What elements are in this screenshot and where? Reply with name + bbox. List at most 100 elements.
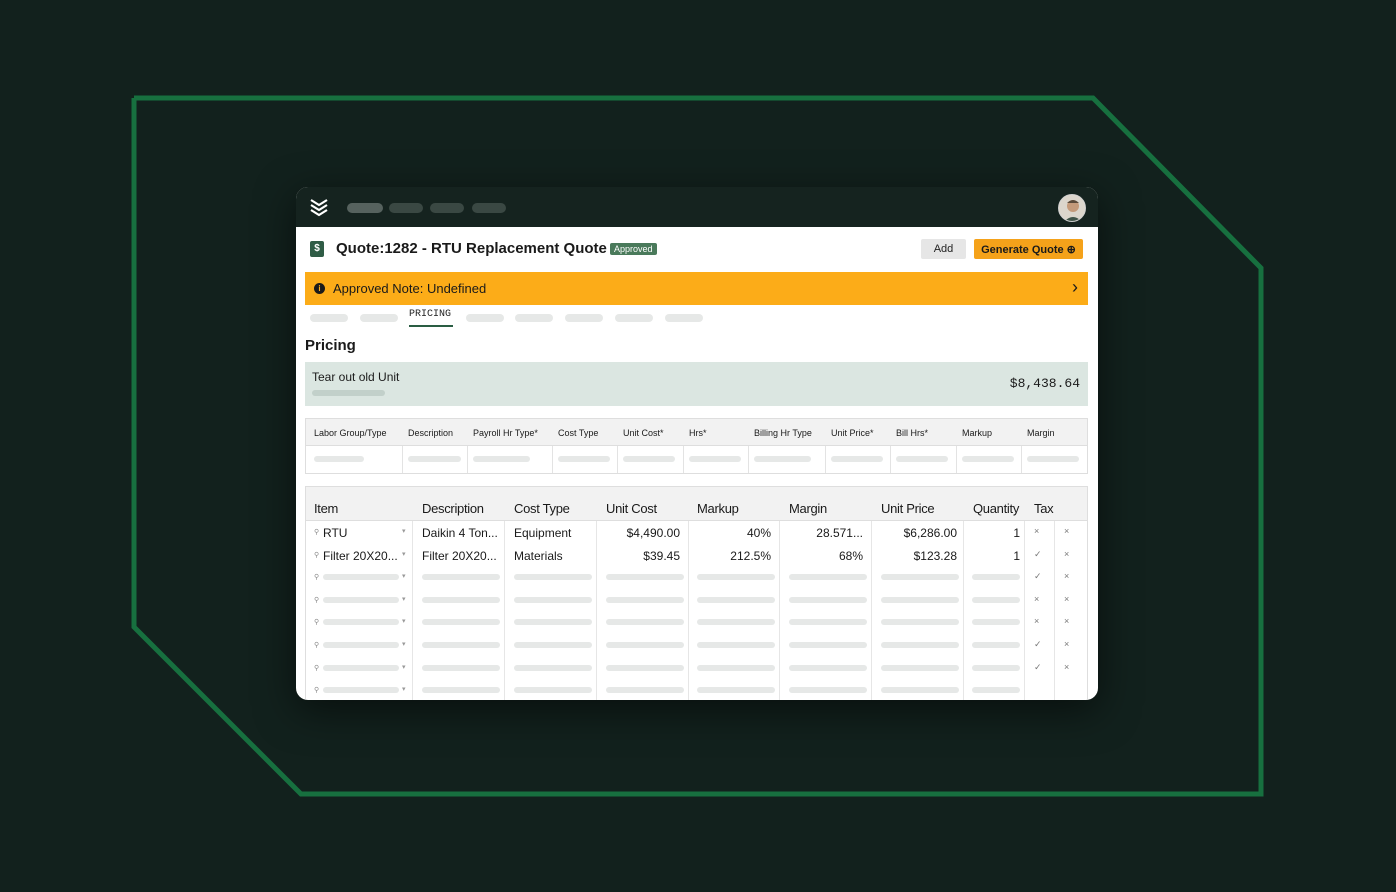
quantity-placeholder[interactable]	[972, 619, 1020, 626]
unit-price-cell[interactable]: $6,286.00	[881, 526, 957, 540]
unit-cost-placeholder[interactable]	[606, 642, 684, 648]
unit-cost-cell[interactable]: $4,490.00	[606, 526, 680, 540]
description-placeholder[interactable]	[422, 596, 500, 603]
cell-placeholder[interactable]	[623, 456, 675, 462]
remove-row-icon[interactable]: ×	[1064, 616, 1069, 626]
unit-price-cell[interactable]: $123.28	[881, 549, 957, 563]
description-placeholder[interactable]	[422, 574, 500, 581]
cost-type-placeholder[interactable]	[514, 596, 592, 603]
check-icon[interactable]: ✓	[1034, 662, 1042, 673]
user-avatar[interactable]	[1058, 194, 1086, 222]
cell-placeholder[interactable]	[962, 456, 1014, 462]
description-placeholder[interactable]	[422, 642, 500, 648]
item-placeholder[interactable]	[323, 642, 399, 648]
table-row[interactable]: ⚲ RTU ▾ Daikin 4 Ton... Equipment $4,490.00 40…	[306, 521, 1087, 543]
description-cell[interactable]: Daikin 4 Ton...	[422, 526, 498, 540]
item-placeholder[interactable]	[323, 596, 399, 603]
item-placeholder[interactable]	[323, 619, 399, 626]
cell-placeholder[interactable]	[314, 456, 364, 462]
tab-placeholder[interactable]	[466, 314, 504, 322]
markup-placeholder[interactable]	[697, 596, 775, 603]
item-placeholder[interactable]	[323, 687, 399, 694]
cell-placeholder[interactable]	[831, 456, 883, 462]
dropdown-caret-icon[interactable]: ▾	[402, 685, 406, 693]
table-row[interactable]: ⚲ Filter 20X20... ▾ Filter 20X20... Material…	[306, 544, 1087, 566]
chevron-right-icon[interactable]: ›	[1072, 278, 1078, 296]
cell-placeholder[interactable]	[896, 456, 948, 462]
add-button[interactable]: Add	[921, 239, 966, 259]
unit-cost-placeholder[interactable]	[606, 664, 684, 671]
remove-row-icon[interactable]: ×	[1064, 594, 1069, 604]
nav-item-placeholder[interactable]	[472, 203, 506, 213]
margin-placeholder[interactable]	[789, 596, 867, 603]
quantity-cell[interactable]: 1	[973, 526, 1020, 540]
margin-cell[interactable]: 28.571...	[789, 526, 863, 540]
markup-placeholder[interactable]	[697, 642, 775, 648]
cost-type-placeholder[interactable]	[514, 574, 592, 581]
quantity-placeholder[interactable]	[972, 642, 1020, 648]
tab-placeholder[interactable]	[515, 314, 553, 322]
remove-row-icon[interactable]: ×	[1064, 549, 1069, 559]
unit-cost-placeholder[interactable]	[606, 619, 684, 626]
item-cell[interactable]: RTU	[323, 526, 347, 540]
quantity-placeholder[interactable]	[972, 687, 1020, 694]
unit-price-placeholder[interactable]	[881, 619, 959, 626]
remove-row-icon[interactable]: ×	[1064, 526, 1069, 536]
markup-cell[interactable]: 40%	[697, 526, 771, 540]
table-row[interactable]: ⚲ ▾ × ×	[306, 589, 1087, 611]
cost-type-placeholder[interactable]	[514, 664, 592, 671]
quantity-placeholder[interactable]	[972, 574, 1020, 581]
tab-placeholder[interactable]	[310, 314, 348, 322]
x-icon[interactable]: ×	[1034, 616, 1039, 626]
unit-price-placeholder[interactable]	[881, 574, 959, 581]
dropdown-caret-icon[interactable]: ▾	[402, 617, 406, 625]
cost-type-cell[interactable]: Materials	[514, 549, 563, 563]
unit-cost-placeholder[interactable]	[606, 596, 684, 603]
table-row[interactable]: ⚲ ▾	[306, 679, 1087, 700]
tab-pricing[interactable]: PRICING	[409, 309, 451, 322]
quantity-placeholder[interactable]	[972, 596, 1020, 603]
remove-row-icon[interactable]: ×	[1064, 662, 1069, 672]
nav-item-placeholder[interactable]	[430, 203, 464, 213]
check-icon[interactable]: ✓	[1034, 571, 1042, 582]
cost-type-placeholder[interactable]	[514, 642, 592, 648]
margin-placeholder[interactable]	[789, 687, 867, 694]
margin-placeholder[interactable]	[789, 574, 867, 581]
unit-cost-cell[interactable]: $39.45	[606, 549, 680, 563]
cost-type-placeholder[interactable]	[514, 687, 592, 694]
cell-placeholder[interactable]	[689, 456, 741, 462]
remove-row-icon[interactable]: ×	[1064, 571, 1069, 581]
cell-placeholder[interactable]	[473, 456, 530, 462]
description-cell[interactable]: Filter 20X20...	[422, 549, 497, 563]
unit-price-placeholder[interactable]	[881, 664, 959, 671]
tab-placeholder[interactable]	[665, 314, 703, 322]
stacked-chevrons-logo[interactable]	[308, 197, 330, 217]
dropdown-caret-icon[interactable]: ▾	[402, 640, 406, 648]
description-placeholder[interactable]	[422, 619, 500, 626]
table-row[interactable]: ⚲ ▾ ✓ ×	[306, 566, 1087, 588]
check-icon[interactable]: ✓	[1034, 549, 1042, 560]
labor-group-card[interactable]: Tear out old Unit $8,438.64	[305, 362, 1088, 406]
check-icon[interactable]: ✓	[1034, 639, 1042, 650]
item-cell[interactable]: Filter 20X20...	[323, 549, 398, 563]
tab-placeholder[interactable]	[360, 314, 398, 322]
cell-placeholder[interactable]	[558, 456, 610, 462]
cost-type-cell[interactable]: Equipment	[514, 526, 571, 540]
markup-placeholder[interactable]	[697, 619, 775, 626]
nav-item-placeholder[interactable]	[389, 203, 423, 213]
quantity-placeholder[interactable]	[972, 664, 1020, 671]
item-placeholder[interactable]	[323, 574, 399, 581]
approved-note-banner[interactable]: i Approved Note: Undefined ›	[305, 272, 1088, 305]
unit-price-placeholder[interactable]	[881, 642, 959, 648]
margin-placeholder[interactable]	[789, 619, 867, 626]
markup-placeholder[interactable]	[697, 664, 775, 671]
unit-price-placeholder[interactable]	[881, 687, 959, 694]
cell-placeholder[interactable]	[1027, 456, 1079, 462]
x-icon[interactable]: ×	[1034, 526, 1039, 536]
description-placeholder[interactable]	[422, 687, 500, 694]
table-row[interactable]: ⚲ ▾ ✓ ×	[306, 634, 1087, 656]
tab-placeholder[interactable]	[565, 314, 603, 322]
margin-cell[interactable]: 68%	[789, 549, 863, 563]
unit-cost-placeholder[interactable]	[606, 687, 684, 694]
dropdown-caret-icon[interactable]: ▾	[402, 527, 406, 535]
